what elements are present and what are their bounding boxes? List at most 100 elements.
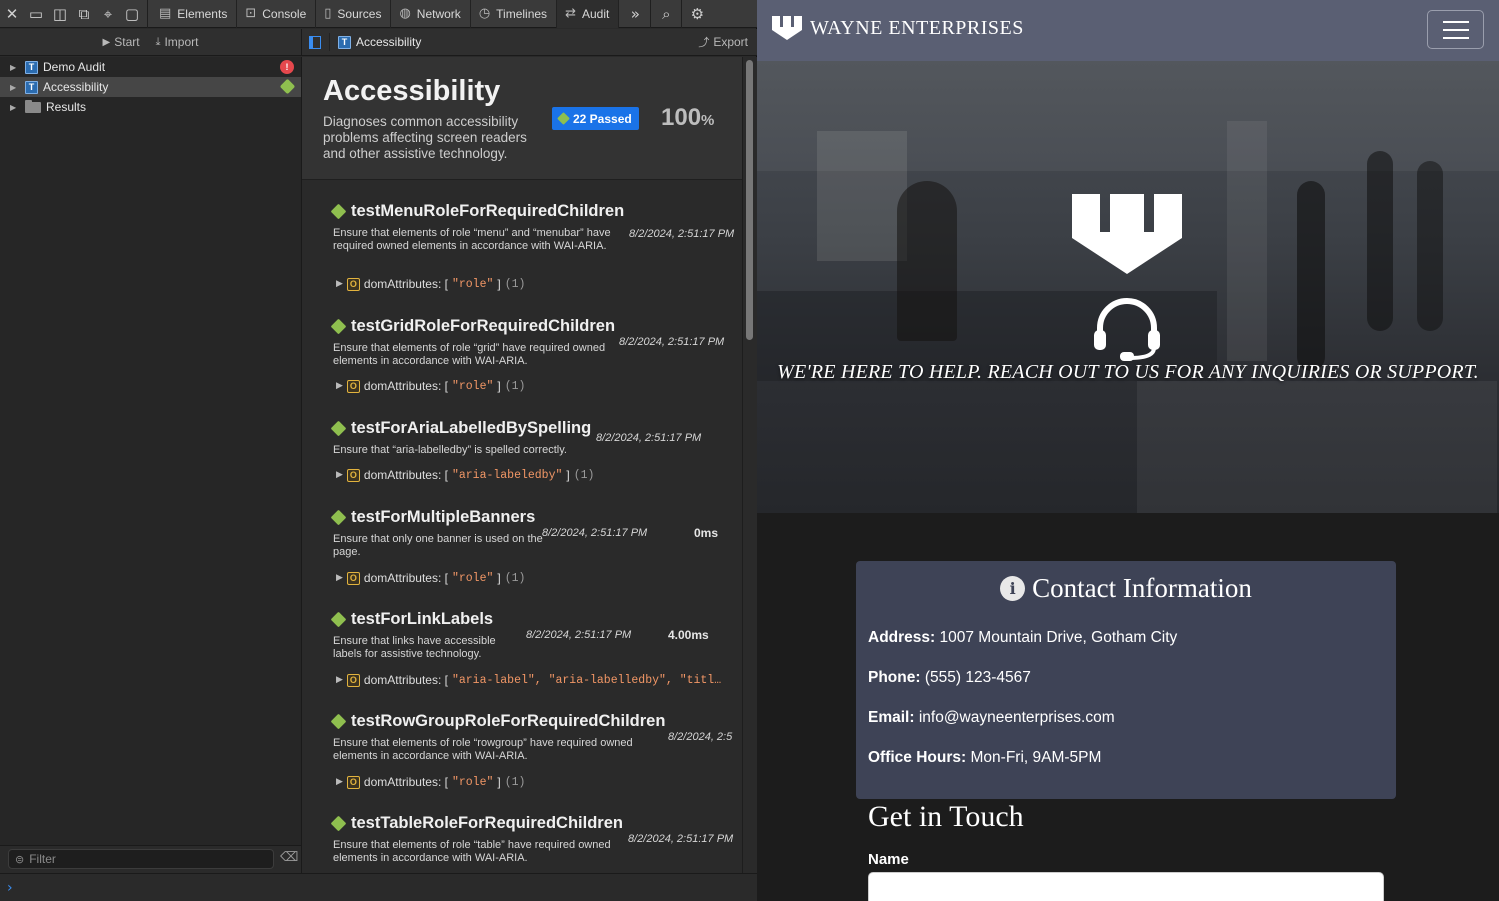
tab-label: Audit: [581, 6, 610, 21]
percent-value: 100: [661, 104, 702, 131]
test-name-label: testMenuRoleForRequiredChildren: [351, 202, 625, 220]
test-name: testForMultipleBanners: [330, 508, 535, 527]
test-name: testMenuRoleForRequiredChildren: [330, 202, 625, 221]
settings-gear-icon[interactable]: ⚙: [685, 0, 709, 28]
hero-background-person: [897, 181, 957, 341]
test-timestamp: 8/2/2024, 2:51:17 PM: [619, 336, 725, 348]
dom-attributes-row[interactable]: ▶ OdomAttributes: ["aria-label", "aria-la…: [336, 673, 721, 687]
attr-values: "aria-label", "aria-labelledby", "titl…: [451, 673, 722, 687]
scrollbar-thumb[interactable]: [746, 60, 753, 340]
email-label: Email:: [868, 709, 915, 726]
expand-triangle-icon[interactable]: ▶: [336, 279, 343, 289]
website-viewport: WAYNE ENTERPRISES WE'RE HERE TO HELP. RE…: [757, 0, 1499, 901]
tab-audit[interactable]: ⇄ Audit: [557, 0, 620, 28]
device-settings-icon[interactable]: ▢: [120, 0, 144, 28]
error-icon: !: [280, 60, 294, 74]
test-timestamp: 8/2/2024, 2:5: [668, 731, 733, 743]
detach-window-icon[interactable]: ⧉: [72, 0, 96, 28]
tree-item-demo-audit[interactable]: ▶ T Demo Audit !: [0, 57, 301, 77]
disclosure-triangle-icon[interactable]: ▶: [10, 83, 20, 92]
filter-bar: ⊜ Filter ⌫: [0, 845, 302, 873]
passed-icon: [330, 203, 347, 220]
divider: [329, 33, 330, 51]
import-button[interactable]: ⤓ Import: [156, 35, 199, 49]
hero-background-floor: [1137, 381, 1497, 513]
sources-icon: ▯: [324, 6, 332, 21]
scrollbar[interactable]: [742, 57, 757, 873]
attr-count: (1): [504, 379, 526, 393]
expand-triangle-icon[interactable]: ▶: [336, 777, 343, 787]
audit-content-bar: T Accessibility ⤴ Export: [302, 29, 757, 56]
expand-triangle-icon[interactable]: ▶: [336, 381, 343, 391]
start-button[interactable]: ▶ Start: [103, 35, 140, 49]
object-icon: O: [346, 571, 360, 585]
play-icon: ▶: [102, 36, 111, 48]
export-icon: ⤴: [698, 36, 710, 49]
dom-attributes-row[interactable]: ▶ OdomAttributes: ["role"] (1): [336, 775, 525, 789]
attr-values: "role": [451, 775, 494, 789]
clear-icon[interactable]: ⌫: [280, 850, 298, 865]
attr-values: "role": [451, 379, 494, 393]
test-type-icon: T: [338, 35, 351, 49]
export-button[interactable]: ⤴ Export: [698, 34, 748, 50]
close-icon[interactable]: ✕: [0, 0, 24, 28]
disclosure-triangle-icon[interactable]: ▶: [10, 103, 20, 112]
tree-item-label: Demo Audit: [43, 60, 106, 74]
email-value[interactable]: info@wayneenterprises.com: [919, 709, 1115, 726]
hero-background-column: [1227, 121, 1267, 361]
toolbar-divider: [650, 0, 652, 28]
headset-icon: [1094, 298, 1160, 361]
test-name-label: testForAriaLabelledBySpelling: [351, 419, 592, 437]
dock-bottom-icon[interactable]: ▭: [24, 0, 48, 28]
object-icon: O: [346, 468, 360, 482]
test-description: Ensure that elements of role “rowgroup” …: [333, 737, 633, 762]
expand-triangle-icon[interactable]: ▶: [336, 470, 343, 480]
menu-toggle-button[interactable]: [1427, 10, 1484, 49]
tab-timelines[interactable]: ◷ Timelines: [471, 0, 558, 28]
attr-count: (1): [504, 571, 526, 585]
expand-triangle-icon[interactable]: ▶: [336, 675, 343, 685]
element-picker-icon[interactable]: ⌖: [96, 0, 120, 28]
filter-input[interactable]: ⊜ Filter: [8, 849, 274, 869]
name-input[interactable]: [868, 872, 1384, 901]
hero-tagline: WE'RE HERE TO HELP. REACH OUT TO US FOR …: [777, 361, 1479, 383]
console-prompt[interactable]: ›: [0, 873, 757, 901]
dom-attributes-row[interactable]: ▶ OdomAttributes: ["role"] (1): [336, 379, 525, 393]
search-icon[interactable]: ⌕: [654, 0, 678, 28]
test-duration: 0ms: [694, 526, 719, 540]
wayne-logo-icon: [772, 16, 802, 40]
toolbar-divider: [147, 0, 148, 28]
hamburger-line: [1442, 36, 1469, 39]
tree-item-label: Accessibility: [43, 80, 109, 94]
tab-elements[interactable]: ▤ Elements: [151, 0, 238, 28]
tree-item-results[interactable]: ▶ Results: [0, 97, 301, 117]
disclosure-triangle-icon[interactable]: ▶: [10, 63, 20, 72]
dom-attributes-row[interactable]: ▶ OdomAttributes: ["aria-labeledby"] (1): [336, 468, 594, 482]
tab-label: Console: [262, 6, 307, 21]
tab-label: Network: [416, 6, 461, 21]
attr-close: ]: [497, 379, 501, 393]
filter-icon: ⊜: [15, 852, 25, 866]
sidebar-toggle-icon[interactable]: [309, 35, 321, 49]
attr-label: domAttributes: [: [363, 571, 448, 585]
tab-network[interactable]: ◍ Network: [391, 0, 471, 28]
tree-item-accessibility[interactable]: ▶ T Accessibility: [0, 77, 301, 97]
tab-label: Sources: [337, 6, 382, 21]
folder-icon: [25, 99, 41, 113]
expand-triangle-icon[interactable]: ▶: [336, 573, 343, 583]
more-tabs-icon[interactable]: »: [623, 0, 647, 28]
pass-percentage: 100%: [661, 104, 714, 132]
passed-badge[interactable]: 22 Passed: [552, 107, 639, 130]
import-icon: ⤓: [155, 35, 161, 48]
name-label: Name: [868, 851, 909, 868]
web-inspector: ✕ ▭ ◫ ⧉ ⌖ ▢ ▤ Elements ⊡ Console ▯ Sources …: [0, 0, 757, 901]
brand-link[interactable]: WAYNE ENTERPRISES: [772, 16, 1024, 40]
dock-side-icon[interactable]: ◫: [48, 0, 72, 28]
dom-attributes-row[interactable]: ▶ OdomAttributes: ["role"] (1): [336, 571, 525, 585]
audit-tree: ▶ T Demo Audit ! ▶ T Accessibility ▶ Res…: [0, 57, 302, 845]
import-label: Import: [164, 35, 199, 49]
dom-attributes-row[interactable]: ▶ OdomAttributes: ["role"] (1): [336, 277, 525, 291]
tab-sources[interactable]: ▯ Sources: [316, 0, 392, 28]
contact-email: Email: info@wayneenterprises.com: [868, 709, 1115, 727]
tab-console[interactable]: ⊡ Console: [237, 0, 317, 28]
